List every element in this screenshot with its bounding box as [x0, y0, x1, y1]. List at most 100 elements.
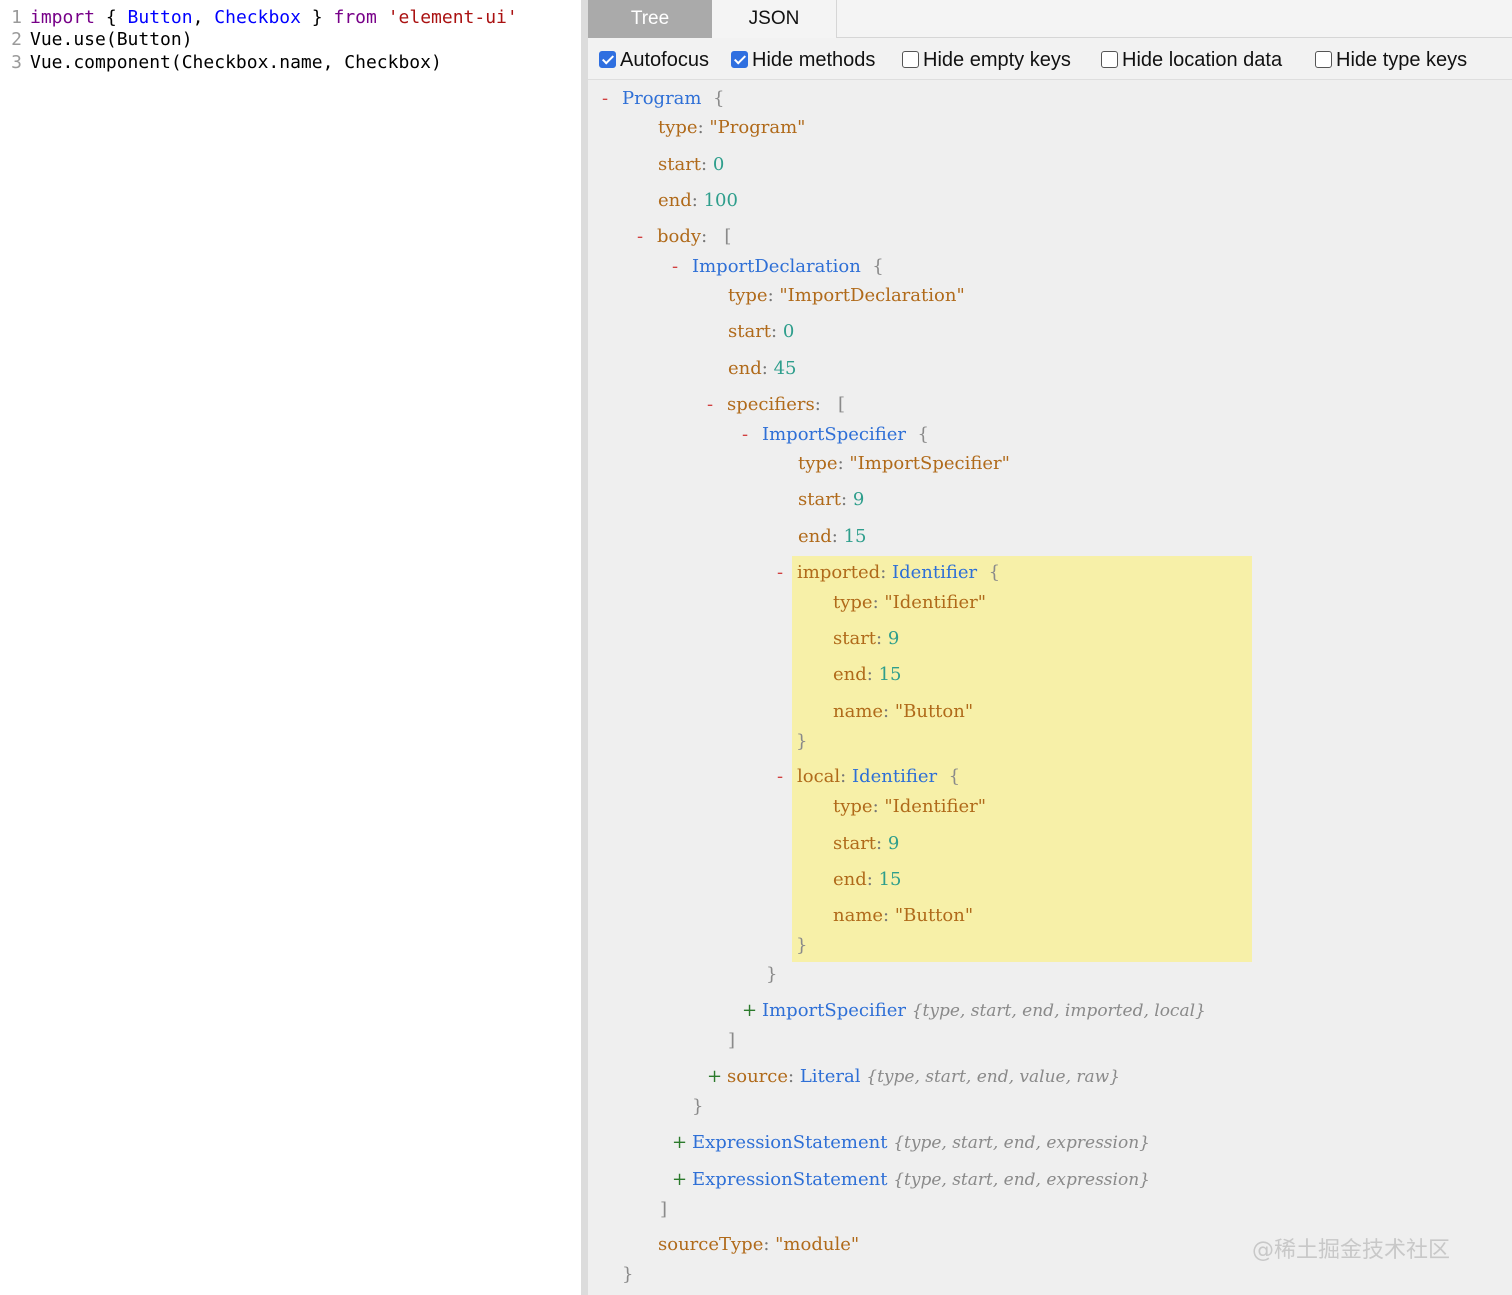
- key-colon: :: [883, 905, 895, 926]
- code-keyword: from: [333, 7, 377, 28]
- node-type[interactable]: ImportSpecifier: [762, 1000, 906, 1021]
- expand-icon[interactable]: +: [672, 1167, 692, 1193]
- expand-icon[interactable]: +: [742, 998, 762, 1024]
- expand-icon[interactable]: +: [707, 1064, 727, 1090]
- checkbox[interactable]: [599, 51, 616, 68]
- number-value: 45: [773, 358, 797, 379]
- tree-bracket: }: [766, 962, 777, 988]
- string-value: "Identifier": [884, 796, 987, 817]
- tab-json[interactable]: JSON: [712, 0, 837, 38]
- collapse-icon[interactable]: -: [602, 86, 622, 112]
- code-text: Vue.component(Checkbox.name, Checkbox): [30, 52, 442, 73]
- code-line[interactable]: 3 Vue.component(Checkbox.name, Checkbox): [0, 52, 442, 74]
- option-hide-empty-keys[interactable]: Hide empty keys: [902, 47, 1071, 73]
- code-line[interactable]: 1 import { Button, Checkbox } from 'eleme…: [0, 7, 518, 29]
- line-number: 1: [11, 7, 22, 28]
- code-identifier: Checkbox: [214, 7, 301, 28]
- tree-prop-end: end: 100: [658, 188, 738, 214]
- tree-node-identifier[interactable]: - imported: Identifier {: [777, 560, 1000, 586]
- tree-prop-type: type: "Identifier": [833, 794, 986, 820]
- tree-bracket: }: [796, 933, 807, 959]
- key-colon: :: [880, 562, 892, 583]
- tree-prop-type: type: "ImportSpecifier": [798, 451, 1010, 477]
- open-bracket: {: [988, 562, 1001, 583]
- code-line[interactable]: 2 Vue.use(Button): [0, 29, 192, 51]
- node-type[interactable]: Identifier: [852, 766, 937, 787]
- node-type[interactable]: ExpressionStatement: [692, 1169, 887, 1190]
- checkbox[interactable]: [1101, 51, 1118, 68]
- key-colon: :: [814, 394, 827, 415]
- close-bracket: }: [766, 964, 778, 985]
- key-colon: :: [697, 117, 710, 138]
- option-hide-type-keys[interactable]: Hide type keys: [1315, 47, 1467, 73]
- key-colon: :: [788, 1066, 800, 1087]
- view-tabs: Tree JSON: [588, 0, 1512, 38]
- close-bracket: ]: [728, 1030, 736, 1051]
- checkbox[interactable]: [1315, 51, 1332, 68]
- tree-node-importdeclaration[interactable]: - ImportDeclaration {: [672, 254, 884, 280]
- tree-node-expressionstatement[interactable]: + ExpressionStatement {type, start, end, …: [672, 1130, 1150, 1156]
- tree-prop-start: start: 0: [658, 152, 724, 178]
- option-autofocus[interactable]: Autofocus: [599, 47, 709, 73]
- key-colon: :: [771, 321, 783, 342]
- node-type[interactable]: ImportDeclaration: [692, 256, 861, 277]
- tree-node-importspecifier[interactable]: + ImportSpecifier {type, start, end, impo…: [742, 998, 1206, 1024]
- code-editor[interactable]: 1 import { Button, Checkbox } from 'eleme…: [0, 0, 581, 1295]
- collapse-icon[interactable]: -: [742, 422, 762, 448]
- property-key: end: [833, 664, 867, 685]
- close-bracket: }: [796, 731, 808, 752]
- checkbox[interactable]: [902, 51, 919, 68]
- tree-node-expressionstatement[interactable]: + ExpressionStatement {type, start, end, …: [672, 1167, 1150, 1193]
- number-value: 0: [712, 154, 725, 175]
- code-identifier: Button: [127, 7, 193, 28]
- tree-node-identifier[interactable]: - local: Identifier {: [777, 764, 960, 790]
- collapse-icon[interactable]: -: [777, 560, 797, 586]
- property-key: end: [658, 190, 692, 211]
- node-type[interactable]: Literal: [800, 1066, 861, 1087]
- tree-bracket: }: [622, 1262, 633, 1288]
- property-key: type: [833, 796, 873, 817]
- collapse-icon[interactable]: -: [672, 254, 692, 280]
- option-label: Hide type keys: [1336, 49, 1468, 71]
- pane-splitter[interactable]: [581, 0, 588, 1295]
- expand-icon[interactable]: +: [672, 1130, 692, 1156]
- open-bracket: {: [917, 424, 929, 445]
- property-key: start: [833, 833, 877, 854]
- ast-output-panel: Tree JSON Autofocus Hide methods Hide empt…: [588, 0, 1512, 1295]
- option-hide-location-data[interactable]: Hide location data: [1101, 47, 1282, 73]
- property-key: start: [658, 154, 702, 175]
- key-colon: :: [763, 1234, 776, 1255]
- collapse-icon[interactable]: -: [707, 392, 727, 418]
- node-type[interactable]: Program: [622, 88, 701, 109]
- node-type[interactable]: ExpressionStatement: [692, 1132, 887, 1153]
- key-colon: :: [883, 701, 895, 722]
- tab-tree[interactable]: Tree: [588, 0, 712, 38]
- node-type[interactable]: ImportSpecifier: [762, 424, 906, 445]
- tree-node-importspecifier[interactable]: - ImportSpecifier {: [742, 422, 929, 448]
- string-value: "Button": [894, 905, 974, 926]
- code-keyword: import: [30, 7, 96, 28]
- line-number: 3: [11, 52, 22, 73]
- tree-prop-name: name: "Button": [833, 903, 973, 929]
- property-key: body: [657, 226, 702, 247]
- number-value: 15: [878, 869, 902, 890]
- option-hide-methods[interactable]: Hide methods: [731, 47, 875, 73]
- tree-bracket: }: [692, 1094, 703, 1120]
- property-key: local: [797, 766, 841, 787]
- tree-options-bar: Autofocus Hide methods Hide empty keys Hide…: [588, 38, 1512, 80]
- collapse-icon[interactable]: -: [637, 224, 657, 250]
- node-type[interactable]: Identifier: [892, 562, 977, 583]
- tree-node-program[interactable]: - Program {: [602, 86, 724, 112]
- key-colon: :: [701, 154, 713, 175]
- tree-prop-specifiers[interactable]: - specifiers: [: [707, 392, 845, 418]
- checkbox[interactable]: [731, 51, 748, 68]
- number-value: 100: [703, 190, 738, 211]
- collapse-icon[interactable]: -: [777, 764, 797, 790]
- tree-prop-end: end: 15: [833, 662, 901, 688]
- property-key: end: [728, 358, 762, 379]
- tree-prop-body[interactable]: - body: [: [637, 224, 731, 250]
- tree-bracket: }: [796, 729, 807, 755]
- tree-prop-end: end: 45: [728, 356, 796, 382]
- tree-node-literal[interactable]: + source: Literal {type, start, end, valu…: [707, 1064, 1120, 1090]
